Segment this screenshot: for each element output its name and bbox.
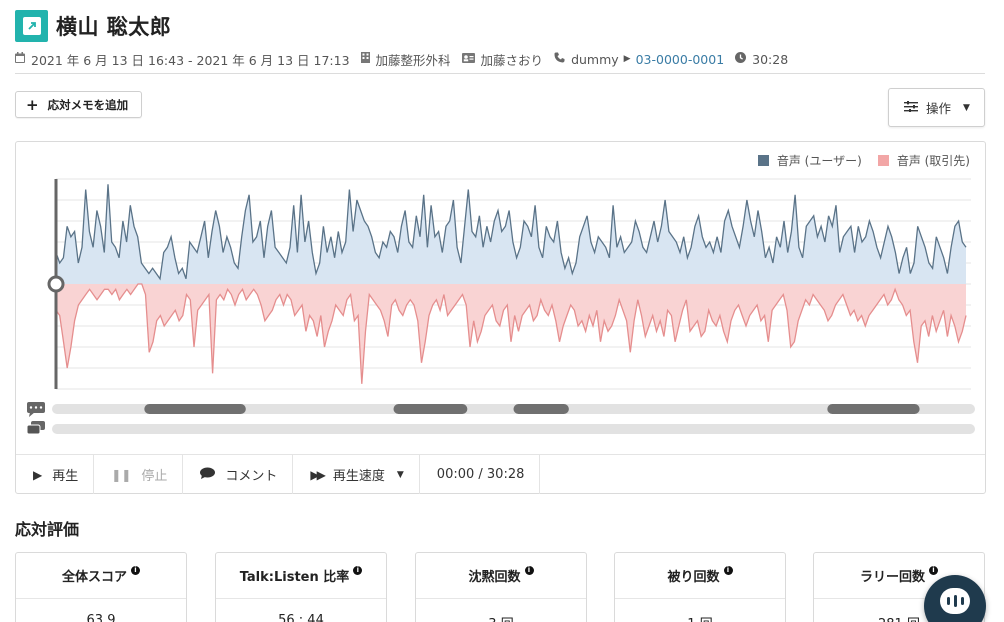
- building-icon: [360, 52, 370, 66]
- duration-meta: 30:28: [735, 52, 788, 67]
- chat-icon: [940, 588, 970, 614]
- phone-icon: [554, 52, 565, 66]
- card-label: 沈黙回数: [468, 570, 521, 585]
- playback-speed-dropdown[interactable]: ▶▶ 再生速度 ▼: [293, 455, 420, 494]
- comment-track-icon: [27, 402, 45, 417]
- playhead-handle[interactable]: [47, 275, 65, 293]
- series-area-0: [56, 184, 966, 284]
- audio-player-panel: 音声 (ユーザー) 音声 (取引先) ▶ 再生 ❚❚ 停止 コメント ▶▶ 再生…: [15, 141, 986, 494]
- waveform-chart[interactable]: [16, 142, 985, 452]
- sliders-icon: [904, 100, 918, 115]
- clinic-text: 加藤整形外科: [375, 52, 451, 68]
- clock-icon: [735, 52, 747, 66]
- play-label: 再生: [52, 469, 79, 484]
- comment-button[interactable]: コメント: [183, 455, 294, 494]
- talk-listen-card: Talk:Listen 比率 i 56 : 44: [215, 552, 387, 622]
- page-title: 横山 聡太郎: [56, 15, 172, 39]
- card-label: Talk:Listen 比率: [239, 570, 350, 585]
- comment-marker[interactable]: [827, 404, 920, 414]
- caret-down-icon: ▼: [963, 102, 970, 113]
- comment-label: コメント: [225, 469, 278, 484]
- evaluation-title: 応対評価: [15, 520, 80, 539]
- speed-label: 再生速度: [332, 469, 385, 484]
- info-icon[interactable]: i: [131, 566, 140, 575]
- datetime-meta: 2021 年 6 月 13 日 16:43 - 2021 年 6 月 13 日 …: [15, 50, 350, 69]
- memo-track-icon: [26, 421, 45, 435]
- header-divider: [15, 73, 985, 74]
- info-icon[interactable]: i: [723, 566, 733, 575]
- play-button[interactable]: ▶ 再生: [16, 455, 95, 494]
- comment-marker[interactable]: [393, 404, 468, 414]
- player-controls: ▶ 再生 ❚❚ 停止 コメント ▶▶ 再生速度 ▼ 00:00 / 30:28: [16, 454, 985, 494]
- id-card-icon: [461, 52, 475, 66]
- caller-text: dummy: [571, 51, 619, 67]
- phone-number-link[interactable]: 03-0000-0001: [636, 52, 725, 67]
- comment-marker[interactable]: [144, 404, 246, 414]
- card-label: 全体スコア: [61, 570, 127, 585]
- stop-label: 停止: [141, 469, 168, 484]
- call-meta: 2021 年 6 月 13 日 16:43 - 2021 年 6 月 13 日 …: [15, 50, 989, 69]
- card-label: 被り回数: [667, 570, 720, 585]
- silence-card: 沈黙回数i 3 回: [415, 552, 587, 622]
- operations-dropdown-button[interactable]: 操作 ▼: [888, 88, 985, 127]
- card-label: ラリー回数: [859, 570, 925, 585]
- card-value: 3 回: [416, 599, 586, 622]
- external-link-icon[interactable]: [15, 10, 48, 42]
- memo-track[interactable]: [52, 424, 975, 434]
- add-memo-button[interactable]: + 応対メモを追加: [15, 91, 142, 118]
- time-text: 00:00 / 30:28: [436, 467, 525, 482]
- add-memo-label: 応対メモを追加: [47, 97, 129, 112]
- card-value: 63.9: [86, 613, 116, 622]
- clinic-meta: 加藤整形外科: [360, 50, 451, 69]
- pause-icon: ❚❚: [111, 467, 132, 482]
- play-icon: ▶: [33, 467, 43, 482]
- info-icon[interactable]: i: [353, 566, 363, 575]
- title-row: 横山 聡太郎: [15, 10, 989, 42]
- datetime-text: 2021 年 6 月 13 日 16:43 - 2021 年 6 月 13 日 …: [31, 52, 350, 68]
- card-header: 被り回数 i: [615, 553, 785, 599]
- card-header: 全体スコア i: [16, 553, 186, 599]
- duration-text: 30:28: [752, 51, 789, 67]
- caret-right-icon: ▶: [623, 54, 631, 64]
- operations-label: 操作: [926, 101, 952, 116]
- fast-forward-icon: ▶▶: [310, 467, 326, 482]
- contact-meta: 加藤さおり: [461, 50, 544, 69]
- caret-down-icon: ▼: [396, 469, 404, 480]
- card-header: 沈黙回数 i: [416, 553, 586, 599]
- time-display: 00:00 / 30:28: [420, 455, 541, 494]
- calendar-icon: [15, 52, 25, 66]
- page-header: 横山 聡太郎 2021 年 6 月 13 日 16:43 - 2021 年 6 …: [15, 10, 989, 69]
- card-value: 56 : 44: [278, 613, 324, 622]
- score-card: 全体スコア i 63.9: [15, 552, 187, 622]
- info-icon[interactable]: i: [524, 566, 534, 575]
- evaluation-cards: 全体スコア i 63.9 Talk:Listen 比率 i 56 : 44 沈黙回数…: [15, 552, 1004, 622]
- plus-icon: +: [26, 95, 39, 114]
- phone-meta: dummy ▶ 03-0000-0001: [554, 52, 724, 67]
- comment-icon: [200, 467, 216, 482]
- comment-marker[interactable]: [513, 404, 569, 414]
- overlap-card: 被り回数i 1 回: [614, 552, 786, 622]
- card-header: Talk:Listen 比率 i: [216, 553, 386, 599]
- contact-text: 加藤さおり: [480, 52, 544, 68]
- card-value: 1 回: [615, 599, 785, 622]
- stop-button[interactable]: ❚❚ 停止: [94, 455, 184, 494]
- info-icon[interactable]: i: [929, 566, 938, 575]
